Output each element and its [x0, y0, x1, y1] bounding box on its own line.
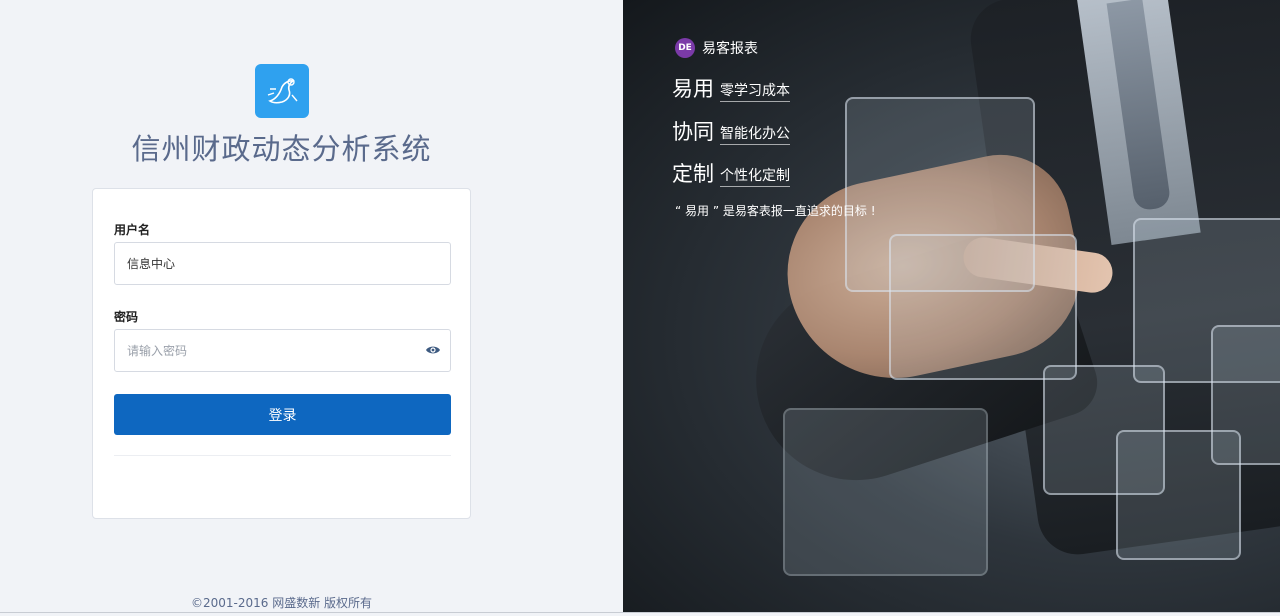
eye-icon[interactable]	[425, 344, 441, 356]
glass-panel	[1211, 325, 1280, 465]
slogan-big: 定制	[672, 162, 714, 186]
promo-banner: DE 易客报表 易用 零学习成本 协同 智能化办公 定制 个性化定制 “ 易用 …	[623, 0, 1280, 613]
slogan-item: 易用 零学习成本	[672, 76, 790, 102]
slogan-small: 个性化定制	[720, 167, 790, 187]
username-input-value: 信息中心	[127, 257, 176, 271]
tagline: “ 易用 ” 是易客表报一直追求的目标 !	[675, 204, 876, 218]
bottom-border	[0, 612, 1280, 613]
page-title: 信州财政动态分析系统	[131, 132, 432, 166]
slogan-item: 定制 个性化定制	[672, 161, 790, 187]
copyright-footer: ©2001-2016 网盛数新 版权所有	[190, 596, 373, 610]
login-pane: 信州财政动态分析系统 用户名 信息中心 密码 请输入密码 登录 ©2001-20…	[0, 0, 623, 616]
slogan-big: 协同	[672, 120, 714, 144]
slogan-small: 零学习成本	[720, 82, 790, 102]
brand-name: 易客报表	[702, 41, 758, 57]
slogan-item: 协同 智能化办公	[672, 119, 790, 145]
slogan-big: 易用	[672, 77, 714, 101]
slogan-small: 智能化办公	[720, 125, 790, 145]
brand: DE 易客报表	[675, 38, 758, 58]
login-form: 用户名 信息中心 密码 请输入密码 登录	[92, 188, 471, 519]
password-placeholder: 请输入密码	[127, 344, 188, 358]
glass-panel	[889, 234, 1077, 380]
username-input[interactable]: 信息中心	[114, 242, 451, 285]
glass-panel	[783, 408, 988, 576]
password-label: 密码	[114, 310, 139, 324]
username-label: 用户名	[114, 223, 151, 237]
divider	[114, 455, 451, 456]
password-input[interactable]: 请输入密码	[114, 329, 451, 372]
brand-logo-icon: DE	[675, 38, 695, 58]
login-button[interactable]: 登录	[114, 394, 451, 435]
app-logo-icon	[255, 64, 309, 118]
